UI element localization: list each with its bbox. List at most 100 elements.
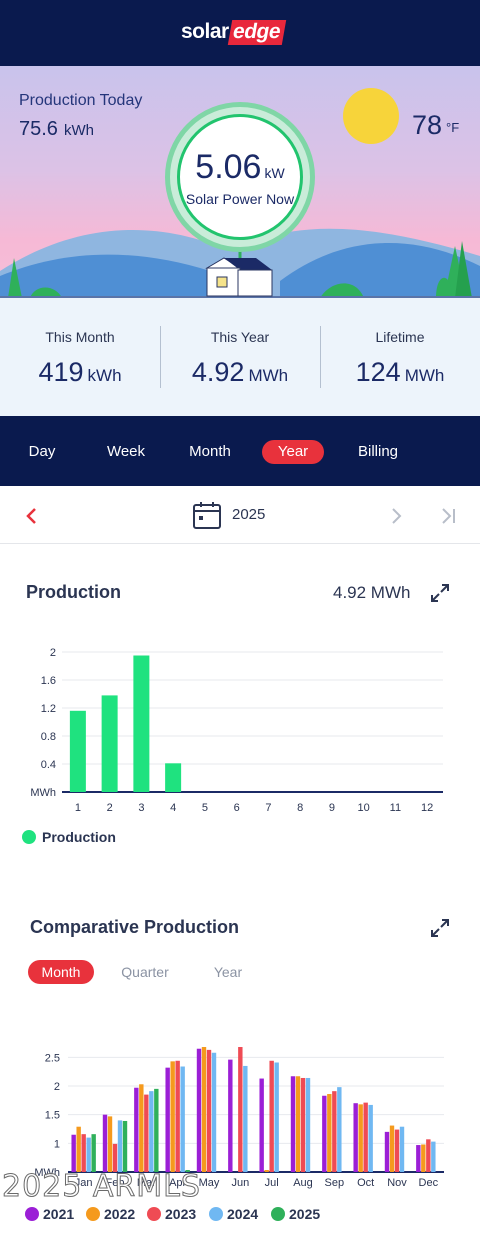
bar-2023: [112, 1143, 118, 1172]
stat-lifetime[interactable]: Lifetime 124 MWh: [320, 298, 480, 416]
subtab-quarter[interactable]: Quarter: [112, 960, 178, 984]
x-tick-label: Oct: [357, 1177, 374, 1189]
bar-2022: [327, 1094, 332, 1172]
stat-value: 124 MWh: [320, 357, 480, 388]
solar-power-gauge[interactable]: 5.06 kW Solar Power Now: [165, 102, 315, 252]
stat-this-year[interactable]: This Year 4.92 MWh: [160, 298, 320, 416]
bar-2023: [332, 1091, 337, 1172]
stat-value: 419 kWh: [0, 357, 160, 388]
x-tick-label: 3: [138, 802, 144, 814]
solar-power-value: 5.06 kW: [195, 148, 284, 187]
y-tick-label: 0.4: [41, 759, 56, 771]
bar-2021: [134, 1087, 139, 1172]
x-tick-label: Aug: [293, 1177, 313, 1189]
expand-icon[interactable]: [430, 583, 450, 603]
production-today-label: Production Today: [19, 92, 143, 109]
bar-2022: [107, 1116, 113, 1172]
legend-label: 2022: [104, 1206, 135, 1222]
bar-2022: [76, 1126, 81, 1172]
x-tick-label: Sep: [325, 1177, 345, 1189]
bar-2023: [144, 1094, 149, 1172]
legend-label: 2024: [227, 1206, 258, 1222]
legend-label: 2025: [289, 1206, 320, 1222]
stat-label: This Year: [210, 329, 270, 345]
legend-label: 2023: [165, 1206, 196, 1222]
skip-to-end-icon[interactable]: [438, 506, 458, 526]
bar-2024: [180, 1066, 185, 1172]
chevron-right-icon[interactable]: [386, 506, 406, 526]
y-tick-label: 1: [54, 1138, 60, 1150]
bar-2021: [228, 1059, 233, 1172]
stat-this-month[interactable]: This Month 419 kWh: [0, 298, 160, 416]
y-tick-label: 2: [50, 647, 56, 659]
bar-2021: [259, 1078, 264, 1172]
bar-2023: [238, 1047, 243, 1172]
production-total: 4.92 MWh: [333, 583, 411, 602]
temperature-value: 78: [412, 110, 443, 140]
x-tick-label: 2: [107, 802, 113, 814]
site-overview-hero: Production Today 75.6 kWh 5.06 kW Solar Po…: [0, 66, 480, 298]
bar-2025: [154, 1088, 159, 1172]
bar-2023: [426, 1139, 431, 1172]
bar-2023: [175, 1060, 180, 1172]
production-today-number: 75.6: [19, 118, 58, 140]
y-tick-label: MWh: [30, 787, 56, 799]
x-tick-label: Nov: [387, 1177, 407, 1189]
y-tick-label: 1.5: [45, 1110, 60, 1122]
bar-2022: [389, 1125, 395, 1172]
bar-2023: [81, 1134, 86, 1172]
bar-2024: [274, 1062, 279, 1172]
bar-2024: [399, 1126, 405, 1172]
bar-2023: [394, 1129, 400, 1172]
y-tick-label: 0.8: [41, 731, 56, 743]
legend-label: 2021: [43, 1206, 74, 1222]
tab-month[interactable]: Month: [180, 440, 240, 464]
legend-swatch: [22, 830, 36, 844]
tab-week[interactable]: Week: [100, 440, 152, 464]
bar-2022: [358, 1104, 363, 1172]
tab-year[interactable]: Year: [262, 440, 324, 464]
bar-2022: [421, 1144, 426, 1172]
x-tick-label: 8: [297, 802, 303, 814]
legend-label: Production: [42, 829, 116, 845]
legend-swatch: [271, 1207, 285, 1221]
subtab-year[interactable]: Year: [200, 960, 256, 984]
energy-summary: This Month 419 kWh This Year 4.92 MWh Life…: [0, 298, 480, 416]
bar-2021: [196, 1048, 202, 1172]
x-tick-label: 12: [421, 802, 433, 814]
bar-2024: [368, 1104, 373, 1172]
expand-icon[interactable]: [430, 918, 450, 938]
legend-swatch: [209, 1207, 223, 1221]
chevron-left-icon[interactable]: [22, 506, 42, 526]
stat-number: 419: [38, 357, 84, 387]
x-tick-label: May: [199, 1177, 220, 1189]
bar-2025: [91, 1134, 96, 1172]
bar-2022: [264, 1170, 269, 1172]
production-bar: [133, 655, 150, 792]
bar-2023: [300, 1077, 306, 1172]
x-tick-label: 4: [170, 802, 176, 814]
x-tick-label: 11: [390, 802, 401, 814]
x-tick-label: 6: [234, 802, 240, 814]
bar-2024: [149, 1091, 154, 1172]
y-tick-label: 1.6: [41, 675, 56, 687]
bar-2023: [206, 1049, 212, 1172]
house-icon: [205, 257, 273, 297]
bar-2021: [102, 1114, 108, 1172]
bar-2022: [201, 1047, 207, 1172]
date-navigation: 2025: [0, 486, 480, 544]
temperature: 78 °F: [412, 110, 459, 141]
bar-2024: [211, 1052, 217, 1172]
legend-production: Production: [22, 829, 116, 845]
bar-2024: [243, 1065, 248, 1172]
subtab-month[interactable]: Month: [28, 960, 94, 984]
calendar-icon[interactable]: [192, 500, 222, 530]
bar-2024: [305, 1077, 311, 1172]
y-tick-label: 2.5: [45, 1052, 60, 1064]
tab-billing[interactable]: Billing: [348, 440, 408, 464]
production-bar: [165, 763, 182, 792]
tab-day[interactable]: Day: [20, 440, 64, 464]
solaredge-logo: solar edge: [181, 18, 286, 46]
x-tick-label: 1: [75, 802, 81, 814]
comparative-production-chart: MWh11.522.5Jan Feb Mar Apr May Jun Jul Aug Sep Oc…: [25, 1047, 444, 1222]
